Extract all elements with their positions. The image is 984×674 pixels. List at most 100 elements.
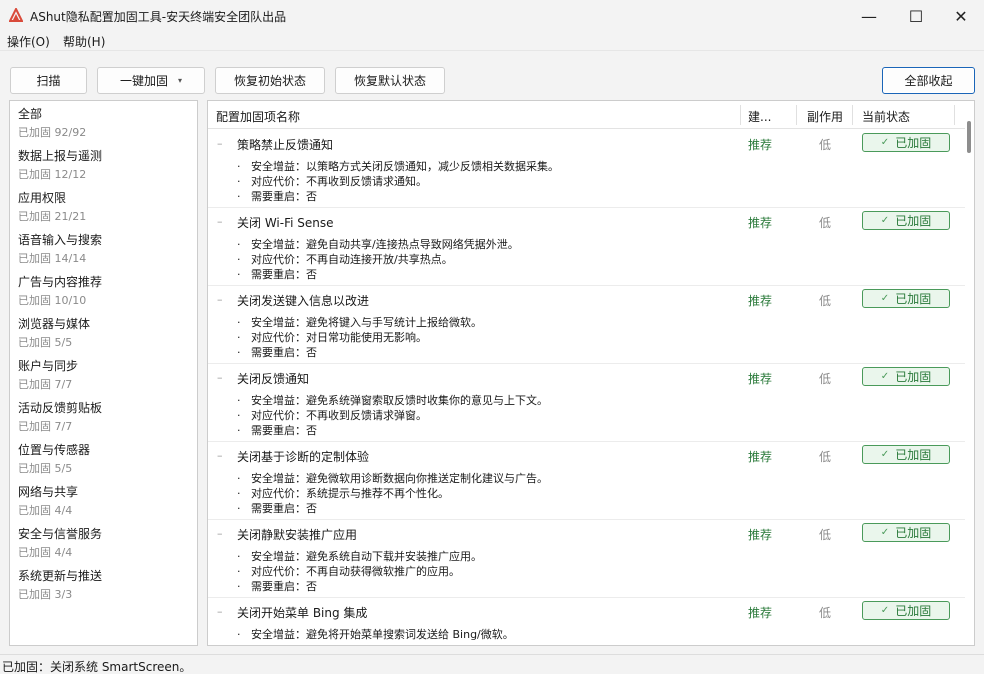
detail-text: 安全增益：避免微软用诊断数据向你推送定制化建议与广告。 [251, 472, 548, 485]
collapse-all-button[interactable]: 全部收起 [882, 67, 975, 94]
close-button[interactable]: ✕ [938, 0, 984, 32]
check-icon: ✓ [880, 605, 890, 616]
category-item[interactable]: 系统更新与推送 已加固 3/3 [18, 563, 193, 605]
category-count: 已加固 4/4 [18, 546, 73, 559]
header-divider[interactable] [740, 105, 741, 125]
category-count: 已加固 7/7 [18, 420, 73, 433]
detail-line: · 安全增益：避免微软用诊断数据向你推送定制化建议与广告。 [237, 472, 548, 485]
scan-button-label: 扫描 [36, 74, 61, 88]
header-divider[interactable] [852, 105, 853, 125]
check-icon: ✓ [880, 449, 890, 460]
category-name: 系统更新与推送 [18, 569, 103, 583]
hardening-item[interactable]: – 关闭 Wi-Fi Sense 推荐 低 ✓ 已加固 · 安全增益：避免自动共享/… [208, 208, 966, 286]
category-item[interactable]: 网络与共享 已加固 4/4 [18, 479, 193, 521]
category-name: 活动反馈剪贴板 [18, 401, 103, 415]
header-recommend[interactable]: 建... [748, 108, 771, 125]
status-badge[interactable]: ✓ 已加固 [862, 211, 950, 230]
category-item[interactable]: 应用权限 已加固 21/21 [18, 185, 193, 227]
detail-line: · 对应代价：不再自动连接开放/共享热点。 [237, 253, 453, 266]
category-name: 浏览器与媒体 [18, 317, 91, 331]
detail-line: · 安全增益：避免自动共享/连接热点导致网络凭据外泄。 [237, 238, 519, 251]
collapse-icon[interactable]: – [217, 215, 223, 228]
detail-line: · 对应代价：系统提示与推荐不再个性化。 [237, 487, 449, 500]
item-title: 策略禁止反馈通知 [237, 138, 334, 152]
vertical-scrollbar[interactable] [965, 117, 974, 645]
detail-text: 对应代价：不再自动获得微软推广的应用。 [251, 565, 460, 578]
collapse-icon[interactable]: – [217, 137, 223, 150]
category-item[interactable]: 账户与同步 已加固 7/7 [18, 353, 193, 395]
restore-initial-label: 恢复初始状态 [233, 74, 306, 88]
category-item[interactable]: 全部 已加固 92/92 [18, 101, 193, 143]
app-logo-icon [9, 8, 23, 22]
category-name: 语音输入与搜索 [18, 233, 103, 247]
harden-all-label: 一键加固 [119, 74, 168, 88]
status-badge[interactable]: ✓ 已加固 [862, 133, 950, 152]
category-item[interactable]: 浏览器与媒体 已加固 5/5 [18, 311, 193, 353]
collapse-icon[interactable]: – [217, 371, 223, 384]
status-badge[interactable]: ✓ 已加固 [862, 601, 950, 620]
hardening-item-list: 配置加固项名称 建... 副作用 当前状态 – 策略禁止反馈通知 推荐 低 ✓ 已… [207, 100, 975, 646]
status-label: 已加固 [895, 604, 932, 618]
category-name: 广告与内容推荐 [18, 275, 103, 289]
detail-text: 需要重启：否 [251, 424, 317, 437]
category-name: 安全与信誉服务 [18, 527, 103, 541]
scan-button[interactable]: 扫描 [10, 67, 87, 94]
collapse-all-label: 全部收起 [904, 74, 953, 88]
restore-initial-button[interactable]: 恢复初始状态 [215, 67, 325, 94]
header-divider[interactable] [954, 105, 955, 125]
restore-default-button[interactable]: 恢复默认状态 [335, 67, 445, 94]
status-label: 已加固 [895, 136, 932, 150]
check-icon: ✓ [880, 293, 890, 304]
menu-operate[interactable]: 操作(O) [7, 33, 50, 50]
hardening-item[interactable]: – 关闭基于诊断的定制体验 推荐 低 ✓ 已加固 · 安全增益：避免微软用诊断数据向… [208, 442, 966, 520]
category-name: 全部 [18, 107, 43, 121]
detail-text: 对应代价：对日常功能使用无影响。 [251, 331, 427, 344]
category-item[interactable]: 活动反馈剪贴板 已加固 7/7 [18, 395, 193, 437]
status-bar: 已加固：关闭系统 SmartScreen。 [0, 654, 984, 674]
minimize-button[interactable]: — [846, 0, 892, 32]
detail-text: 对应代价：系统提示与推荐不再个性化。 [251, 487, 449, 500]
hardening-item[interactable]: – 关闭开始菜单 Bing 集成 推荐 低 ✓ 已加固 · 安全增益：避免将开始菜单… [208, 598, 966, 645]
window-title: AShut隐私配置加固工具-安天终端安全团队出品 [30, 10, 287, 24]
item-side-effect: 低 [819, 138, 832, 152]
maximize-button[interactable]: ☐ [893, 0, 939, 32]
toolbar: 扫描 一键加固 ▾ 恢复初始状态 恢复默认状态 全部收起 [0, 50, 984, 98]
category-item[interactable]: 数据上报与遥测 已加固 12/12 [18, 143, 193, 185]
status-badge[interactable]: ✓ 已加固 [862, 445, 950, 464]
header-status[interactable]: 当前状态 [862, 108, 910, 125]
category-item[interactable]: 安全与信誉服务 已加固 4/4 [18, 521, 193, 563]
hardening-item[interactable]: – 关闭发送键入信息以改进 推荐 低 ✓ 已加固 · 安全增益：避免将键入与手写统计… [208, 286, 966, 364]
harden-all-button[interactable]: 一键加固 ▾ [97, 67, 205, 94]
header-name[interactable]: 配置加固项名称 [216, 108, 300, 125]
hardening-item[interactable]: – 关闭静默安装推广应用 推荐 低 ✓ 已加固 · 安全增益：避免系统自动下载并安装… [208, 520, 966, 598]
category-item[interactable]: 位置与传感器 已加固 5/5 [18, 437, 193, 479]
item-recommend: 推荐 [748, 372, 773, 386]
menu-help[interactable]: 帮助(H) [63, 33, 105, 50]
category-count: 已加固 5/5 [18, 336, 73, 349]
collapse-icon[interactable]: – [217, 449, 223, 462]
status-badge[interactable]: ✓ 已加固 [862, 289, 950, 308]
detail-line: · 对应代价：不再自动获得微软推广的应用。 [237, 565, 460, 578]
hardening-item[interactable]: – 策略禁止反馈通知 推荐 低 ✓ 已加固 · 安全增益：以策略方式关闭反馈通知，减… [208, 130, 966, 208]
detail-line: · 需要重启：否 [237, 424, 317, 437]
category-name: 网络与共享 [18, 485, 79, 499]
header-side-effect[interactable]: 副作用 [807, 108, 843, 125]
category-list: 全部 已加固 92/92 数据上报与遥测 已加固 12/12 应用权限 已加固 … [9, 100, 198, 646]
status-badge[interactable]: ✓ 已加固 [862, 367, 950, 386]
detail-text: 需要重启：否 [251, 190, 317, 203]
detail-line: · 需要重启：否 [237, 346, 317, 359]
hardening-item[interactable]: – 关闭反馈通知 推荐 低 ✓ 已加固 · 安全增益：避免系统弹窗索取反馈时收集你的… [208, 364, 966, 442]
category-item[interactable]: 广告与内容推荐 已加固 10/10 [18, 269, 193, 311]
category-count: 已加固 3/3 [18, 588, 73, 601]
status-badge[interactable]: ✓ 已加固 [862, 523, 950, 542]
detail-line: · 安全增益：避免将开始菜单搜索词发送给 Bing/微软。 [237, 628, 514, 641]
item-recommend: 推荐 [748, 450, 773, 464]
category-item[interactable]: 语音输入与搜索 已加固 14/14 [18, 227, 193, 269]
collapse-icon[interactable]: – [217, 293, 223, 306]
collapse-icon[interactable]: – [217, 527, 223, 540]
header-divider[interactable] [796, 105, 797, 125]
item-title: 关闭 Wi-Fi Sense [237, 216, 334, 230]
scrollbar-thumb[interactable] [967, 121, 971, 153]
item-recommend: 推荐 [748, 606, 773, 620]
collapse-icon[interactable]: – [217, 605, 223, 618]
